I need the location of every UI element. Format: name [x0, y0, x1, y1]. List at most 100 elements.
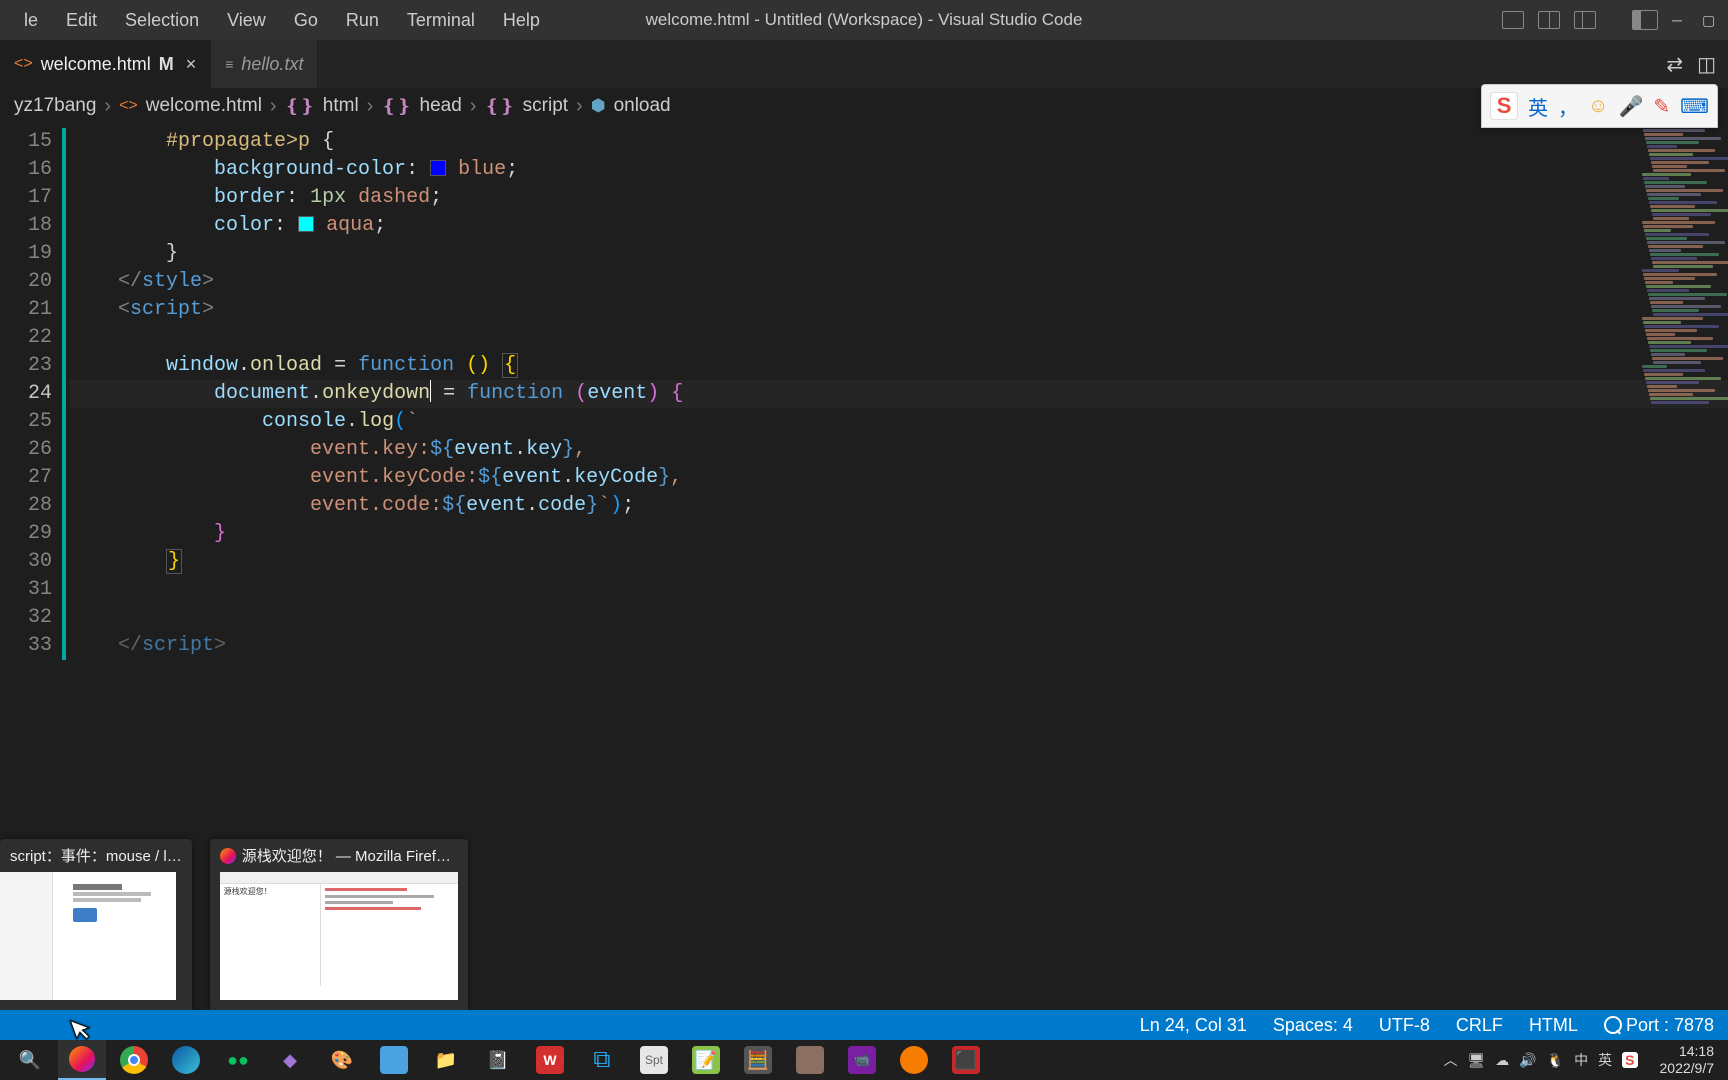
- ime-language[interactable]: 英: [1528, 92, 1548, 121]
- tray-ime-cn[interactable]: 中: [1574, 1050, 1588, 1070]
- status-bar: Ln 24, Col 31 Spaces: 4 UTF-8 CRLF HTML …: [0, 1010, 1728, 1040]
- breadcrumb-folder[interactable]: yz17bang: [14, 95, 96, 117]
- ime-edit-icon[interactable]: ✎: [1653, 94, 1670, 119]
- taskbar-search-icon[interactable]: 🔍: [6, 1040, 54, 1080]
- line-number: 19: [0, 240, 52, 268]
- menu-go[interactable]: Go: [280, 4, 332, 37]
- status-port[interactable]: Port : 7878: [1604, 1015, 1714, 1036]
- html-file-icon: <>: [119, 97, 138, 115]
- brace-icon: ❴❵: [285, 96, 315, 117]
- window-preview[interactable]: script：事件：mouse / l…: [0, 839, 192, 1010]
- tab-welcome-html[interactable]: <> welcome.html M ×: [0, 40, 211, 88]
- taskbar-explorer[interactable]: 📁: [422, 1040, 470, 1080]
- taskbar-app-purple[interactable]: 📹: [838, 1040, 886, 1080]
- tab-modified-badge: M: [159, 54, 174, 75]
- line-number: 28: [0, 492, 52, 520]
- tray-ime-en[interactable]: 英: [1598, 1050, 1612, 1070]
- menu-run[interactable]: Run: [332, 4, 393, 37]
- layout-centered-icon[interactable]: [1574, 11, 1596, 29]
- ime-emoji-icon[interactable]: ☺: [1588, 95, 1608, 118]
- system-tray[interactable]: ︿ 🖥 ☁ 🔊 🐧 中 英 S: [1444, 1050, 1638, 1070]
- tray-onedrive-icon[interactable]: ☁: [1495, 1052, 1509, 1069]
- tab-hello-txt[interactable]: ≡ hello.txt: [211, 40, 318, 88]
- menu-terminal[interactable]: Terminal: [393, 4, 489, 37]
- line-number: 33: [0, 632, 52, 660]
- line-number: 27: [0, 464, 52, 492]
- minimize-icon[interactable]: ─: [1672, 12, 1688, 28]
- breadcrumb-script[interactable]: script: [523, 95, 568, 117]
- ime-toolbar[interactable]: S 英 ， ☺ 🎤 ✎ ⌨: [1481, 84, 1718, 128]
- line-number: 26: [0, 436, 52, 464]
- maximize-icon[interactable]: ▢: [1702, 12, 1718, 28]
- taskbar-edge[interactable]: [162, 1040, 210, 1080]
- windows-taskbar: 🔍 ●● ◆ 🎨 📁 📓 W ⧉ Spt 📝 🧮 📹 ⬛ ︿ 🖥 ☁ 🔊 🐧 中…: [0, 1040, 1728, 1080]
- taskbar-wechat[interactable]: ●●: [214, 1040, 262, 1080]
- taskbar-snipaste[interactable]: Spt: [630, 1040, 678, 1080]
- taskbar-visualstudio[interactable]: ◆: [266, 1040, 314, 1080]
- ime-voice-icon[interactable]: 🎤: [1618, 94, 1643, 119]
- tray-qq-icon[interactable]: 🐧: [1547, 1052, 1564, 1069]
- taskbar-notepad[interactable]: 📓: [474, 1040, 522, 1080]
- line-number: 32: [0, 604, 52, 632]
- taskbar-window-previews: script：事件：mouse / l… 源栈欢迎您！ — Mozilla Fi…: [0, 839, 468, 1010]
- status-encoding[interactable]: UTF-8: [1379, 1015, 1430, 1036]
- menu-file[interactable]: le: [10, 4, 52, 37]
- tray-sogou-icon[interactable]: S: [1622, 1052, 1637, 1068]
- tab-label: hello.txt: [241, 54, 303, 75]
- status-cursor-position[interactable]: Ln 24, Col 31: [1140, 1015, 1247, 1036]
- preview-title: script：事件：mouse / l…: [10, 845, 182, 866]
- brace-icon: ❴❵: [484, 96, 514, 117]
- breadcrumb-head[interactable]: head: [420, 95, 462, 117]
- ime-punct[interactable]: ，: [1558, 92, 1578, 121]
- menu-edit[interactable]: Edit: [52, 4, 111, 37]
- minimap[interactable]: [1638, 124, 1728, 544]
- menu-bar: le Edit Selection View Go Run Terminal H…: [0, 0, 1728, 40]
- taskbar-clock[interactable]: 14:18 2022/9/7: [1660, 1043, 1715, 1078]
- taskbar-wps[interactable]: W: [526, 1040, 574, 1080]
- taskbar-app-blue[interactable]: [370, 1040, 418, 1080]
- taskbar-chrome[interactable]: [110, 1040, 158, 1080]
- tab-close-icon[interactable]: ×: [182, 54, 197, 75]
- line-number: 16: [0, 156, 52, 184]
- tray-monitor-icon[interactable]: 🖥: [1468, 1052, 1486, 1069]
- status-language[interactable]: HTML: [1529, 1015, 1578, 1036]
- line-number: 17: [0, 184, 52, 212]
- taskbar-vscode[interactable]: ⧉: [578, 1040, 626, 1080]
- tray-volume-icon[interactable]: 🔊: [1519, 1052, 1536, 1069]
- taskbar-paint[interactable]: 🎨: [318, 1040, 366, 1080]
- panel-toggle-icon[interactable]: [1632, 10, 1658, 30]
- breadcrumb-file[interactable]: welcome.html: [146, 95, 262, 117]
- cube-icon: ⬢: [591, 96, 606, 116]
- layout-single-icon[interactable]: [1502, 11, 1524, 29]
- taskbar-notepadpp[interactable]: 📝: [682, 1040, 730, 1080]
- tray-chevron-up-icon[interactable]: ︿: [1444, 1050, 1458, 1070]
- menu-help[interactable]: Help: [489, 4, 554, 37]
- chevron-right-icon: ›: [367, 95, 374, 118]
- taskbar-app-orange[interactable]: [890, 1040, 938, 1080]
- taskbar-calculator[interactable]: 🧮: [734, 1040, 782, 1080]
- breadcrumb-onload[interactable]: onload: [614, 95, 671, 117]
- taskbar-app-red[interactable]: ⬛: [942, 1040, 990, 1080]
- line-number: 30: [0, 548, 52, 576]
- line-number: 24: [0, 380, 52, 408]
- line-number: 25: [0, 408, 52, 436]
- color-swatch-icon: [430, 160, 446, 176]
- menu-selection[interactable]: Selection: [111, 4, 213, 37]
- window-preview[interactable]: 源栈欢迎您！ — Mozilla Firef… 源栈欢迎您！: [210, 839, 468, 1010]
- compare-changes-icon[interactable]: ⇄: [1666, 52, 1683, 77]
- breadcrumb-html[interactable]: html: [323, 95, 359, 117]
- line-number: 29: [0, 520, 52, 548]
- split-editor-icon[interactable]: ◫: [1697, 52, 1716, 77]
- menu-view[interactable]: View: [213, 4, 280, 37]
- chevron-right-icon: ›: [576, 95, 583, 118]
- tab-label: welcome.html: [41, 54, 151, 75]
- status-eol[interactable]: CRLF: [1456, 1015, 1503, 1036]
- html-file-icon: <>: [14, 55, 33, 73]
- layout-split-icon[interactable]: [1538, 11, 1560, 29]
- line-number: 15: [0, 128, 52, 156]
- ime-keyboard-icon[interactable]: ⌨: [1680, 94, 1709, 119]
- chevron-right-icon: ›: [470, 95, 477, 118]
- status-indentation[interactable]: Spaces: 4: [1273, 1015, 1353, 1036]
- sogou-ime-icon: S: [1490, 92, 1518, 120]
- taskbar-app-brown[interactable]: [786, 1040, 834, 1080]
